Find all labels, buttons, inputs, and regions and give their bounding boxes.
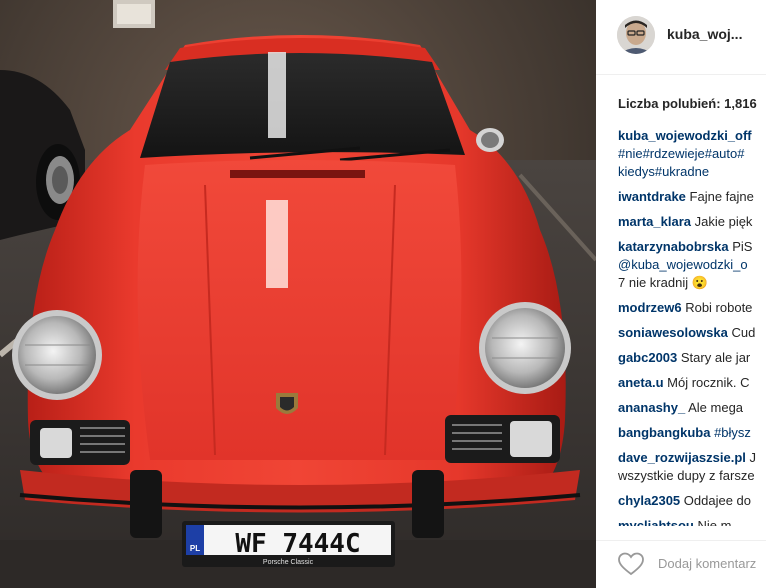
comment-user[interactable]: mycliahtsou	[618, 518, 694, 526]
comment-text: 7 nie kradnij 😮	[618, 275, 708, 290]
post-footer: Dodaj komentarz	[596, 540, 766, 588]
comment-user[interactable]: modrzew6	[618, 300, 682, 315]
comment-user[interactable]: katarzynabobrska	[618, 239, 729, 254]
comment-text: Stary ale jar	[680, 350, 751, 365]
comment-text: Fajne fajne	[689, 189, 754, 204]
comment-item: modrzew6 Robi robote	[618, 299, 766, 317]
comment-text: wszystkie dupy z farsze	[618, 468, 755, 483]
add-comment-input[interactable]: Dodaj komentarz	[658, 556, 756, 571]
comment-text: Jakie pięk	[694, 214, 753, 229]
post-side-panel: kuba_woj... Liczba polubień: 1,816 kuba_…	[596, 0, 766, 588]
comment-item: iwantdrake Fajne fajne	[618, 188, 766, 206]
user-avatar-image	[617, 16, 655, 54]
comment-user[interactable]: bangbangkuba	[618, 425, 710, 440]
comment-item: ananashy_ Ale mega	[618, 399, 766, 417]
comment-user[interactable]: ananashy_	[618, 400, 685, 415]
comment-item: soniawesolowska Cud	[618, 324, 766, 342]
comment-mention[interactable]: @kuba_wojewodzki_o	[618, 256, 766, 274]
comment-user[interactable]: soniawesolowska	[618, 325, 728, 340]
comment-item: mycliahtsou Nie m	[618, 517, 766, 526]
comment-item: chyla2305 Oddajee do	[618, 492, 766, 510]
caption-hashtags[interactable]: #nie#rdzewieje#auto#	[618, 145, 766, 163]
comment-text: J	[749, 450, 757, 465]
comment-list: kuba_wojewodzki_off #nie#rdzewieje#auto#…	[618, 127, 766, 533]
post-username[interactable]: kuba_woj...	[667, 26, 742, 42]
plate-number: WF 7444C	[235, 529, 360, 559]
post-header: kuba_woj...	[596, 0, 766, 75]
porsche-911-photo: PL WF 7444C Porsche Classic	[0, 0, 596, 588]
heart-icon[interactable]	[618, 552, 644, 576]
caption: kuba_wojewodzki_off #nie#rdzewieje#auto#…	[618, 127, 766, 181]
comment-item: bangbangkuba #błysz	[618, 424, 766, 442]
comment-user[interactable]: chyla2305	[618, 493, 680, 508]
hood	[137, 160, 462, 460]
plate-country: PL	[190, 544, 200, 553]
comment-item: aneta.u Mój rocznik. C	[618, 374, 766, 392]
comment-text: Oddajee do	[683, 493, 752, 508]
comment-item: dave_rozwijaszsie.pl J wszystkie dupy z …	[618, 449, 766, 485]
comment-text: PiS	[732, 239, 753, 254]
likes-count[interactable]: Liczba polubień: 1,816	[618, 96, 757, 111]
comment-user[interactable]: dave_rozwijaszsie.pl	[618, 450, 746, 465]
caption-hashtags[interactable]: kiedys#ukradne	[618, 163, 766, 181]
avatar[interactable]	[617, 16, 655, 54]
comment-text: Cud	[731, 325, 756, 340]
comment-text: Ale mega	[688, 400, 744, 415]
comment-item: katarzynabobrska PiS @kuba_wojewodzki_o …	[618, 238, 766, 292]
plate-footer: Porsche Classic	[263, 559, 314, 566]
comment-text: Mój rocznik. C	[667, 375, 750, 390]
comment-user[interactable]: iwantdrake	[618, 189, 686, 204]
comment-hashtag[interactable]: #błysz	[714, 425, 751, 440]
comment-user[interactable]: gabc2003	[618, 350, 677, 365]
comment-user[interactable]: marta_klara	[618, 214, 691, 229]
comment-user[interactable]: kuba_wojewodzki_off	[618, 127, 766, 145]
comment-item: marta_klara Jakie pięk	[618, 213, 766, 231]
comment-text: Robi robote	[685, 300, 753, 315]
comment-item: gabc2003 Stary ale jar	[618, 349, 766, 367]
comment-user[interactable]: aneta.u	[618, 375, 664, 390]
left-bumper-guard	[130, 470, 162, 538]
windshield	[140, 53, 465, 158]
right-bumper-guard	[412, 470, 444, 538]
license-plate: PL WF 7444C Porsche Classic	[182, 521, 395, 567]
post-photo[interactable]: PL WF 7444C Porsche Classic	[0, 0, 596, 588]
comment-text: Nie m	[697, 518, 732, 526]
